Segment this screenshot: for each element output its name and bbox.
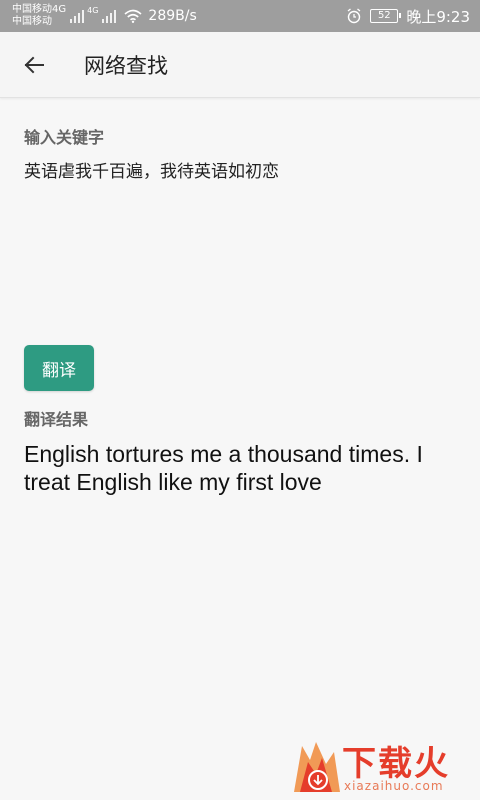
battery-icon: 52 [370, 9, 402, 23]
signal-2-icon [102, 9, 117, 23]
translation-result: English tortures me a thousand times. I … [24, 441, 423, 495]
status-bar: 中国移动4G 中国移动 4G 289B/s 52 晚上9:23 [0, 0, 480, 32]
page-title: 网络查找 [84, 53, 168, 78]
result-label: 翻译结果 [24, 410, 89, 429]
carrier-1: 中国移动4G [12, 4, 67, 15]
watermark: 下载火 xiazaihuo.com [282, 734, 480, 800]
signal-1-icon [70, 9, 85, 23]
carrier-2: 中国移动 [12, 16, 52, 27]
network-type: 4G [87, 6, 99, 15]
back-button[interactable] [14, 45, 54, 85]
keyword-input[interactable]: 英语虐我千百遍，我待英语如初恋 [24, 158, 456, 186]
watermark-domain: xiazaihuo.com [344, 779, 444, 793]
clock: 晚上9:23 [406, 7, 470, 26]
translate-button[interactable]: 翻译 [24, 345, 94, 391]
net-speed: 289B/s [148, 8, 197, 24]
app-bar: 网络查找 [0, 32, 480, 98]
alarm-icon [347, 8, 361, 24]
watermark-title: 下载火 [342, 744, 450, 784]
wifi-icon [124, 9, 142, 23]
carrier-info: 中国移动4G 中国移动 [12, 4, 66, 28]
arrow-left-icon [24, 56, 44, 73]
input-label: 输入关键字 [24, 128, 105, 147]
